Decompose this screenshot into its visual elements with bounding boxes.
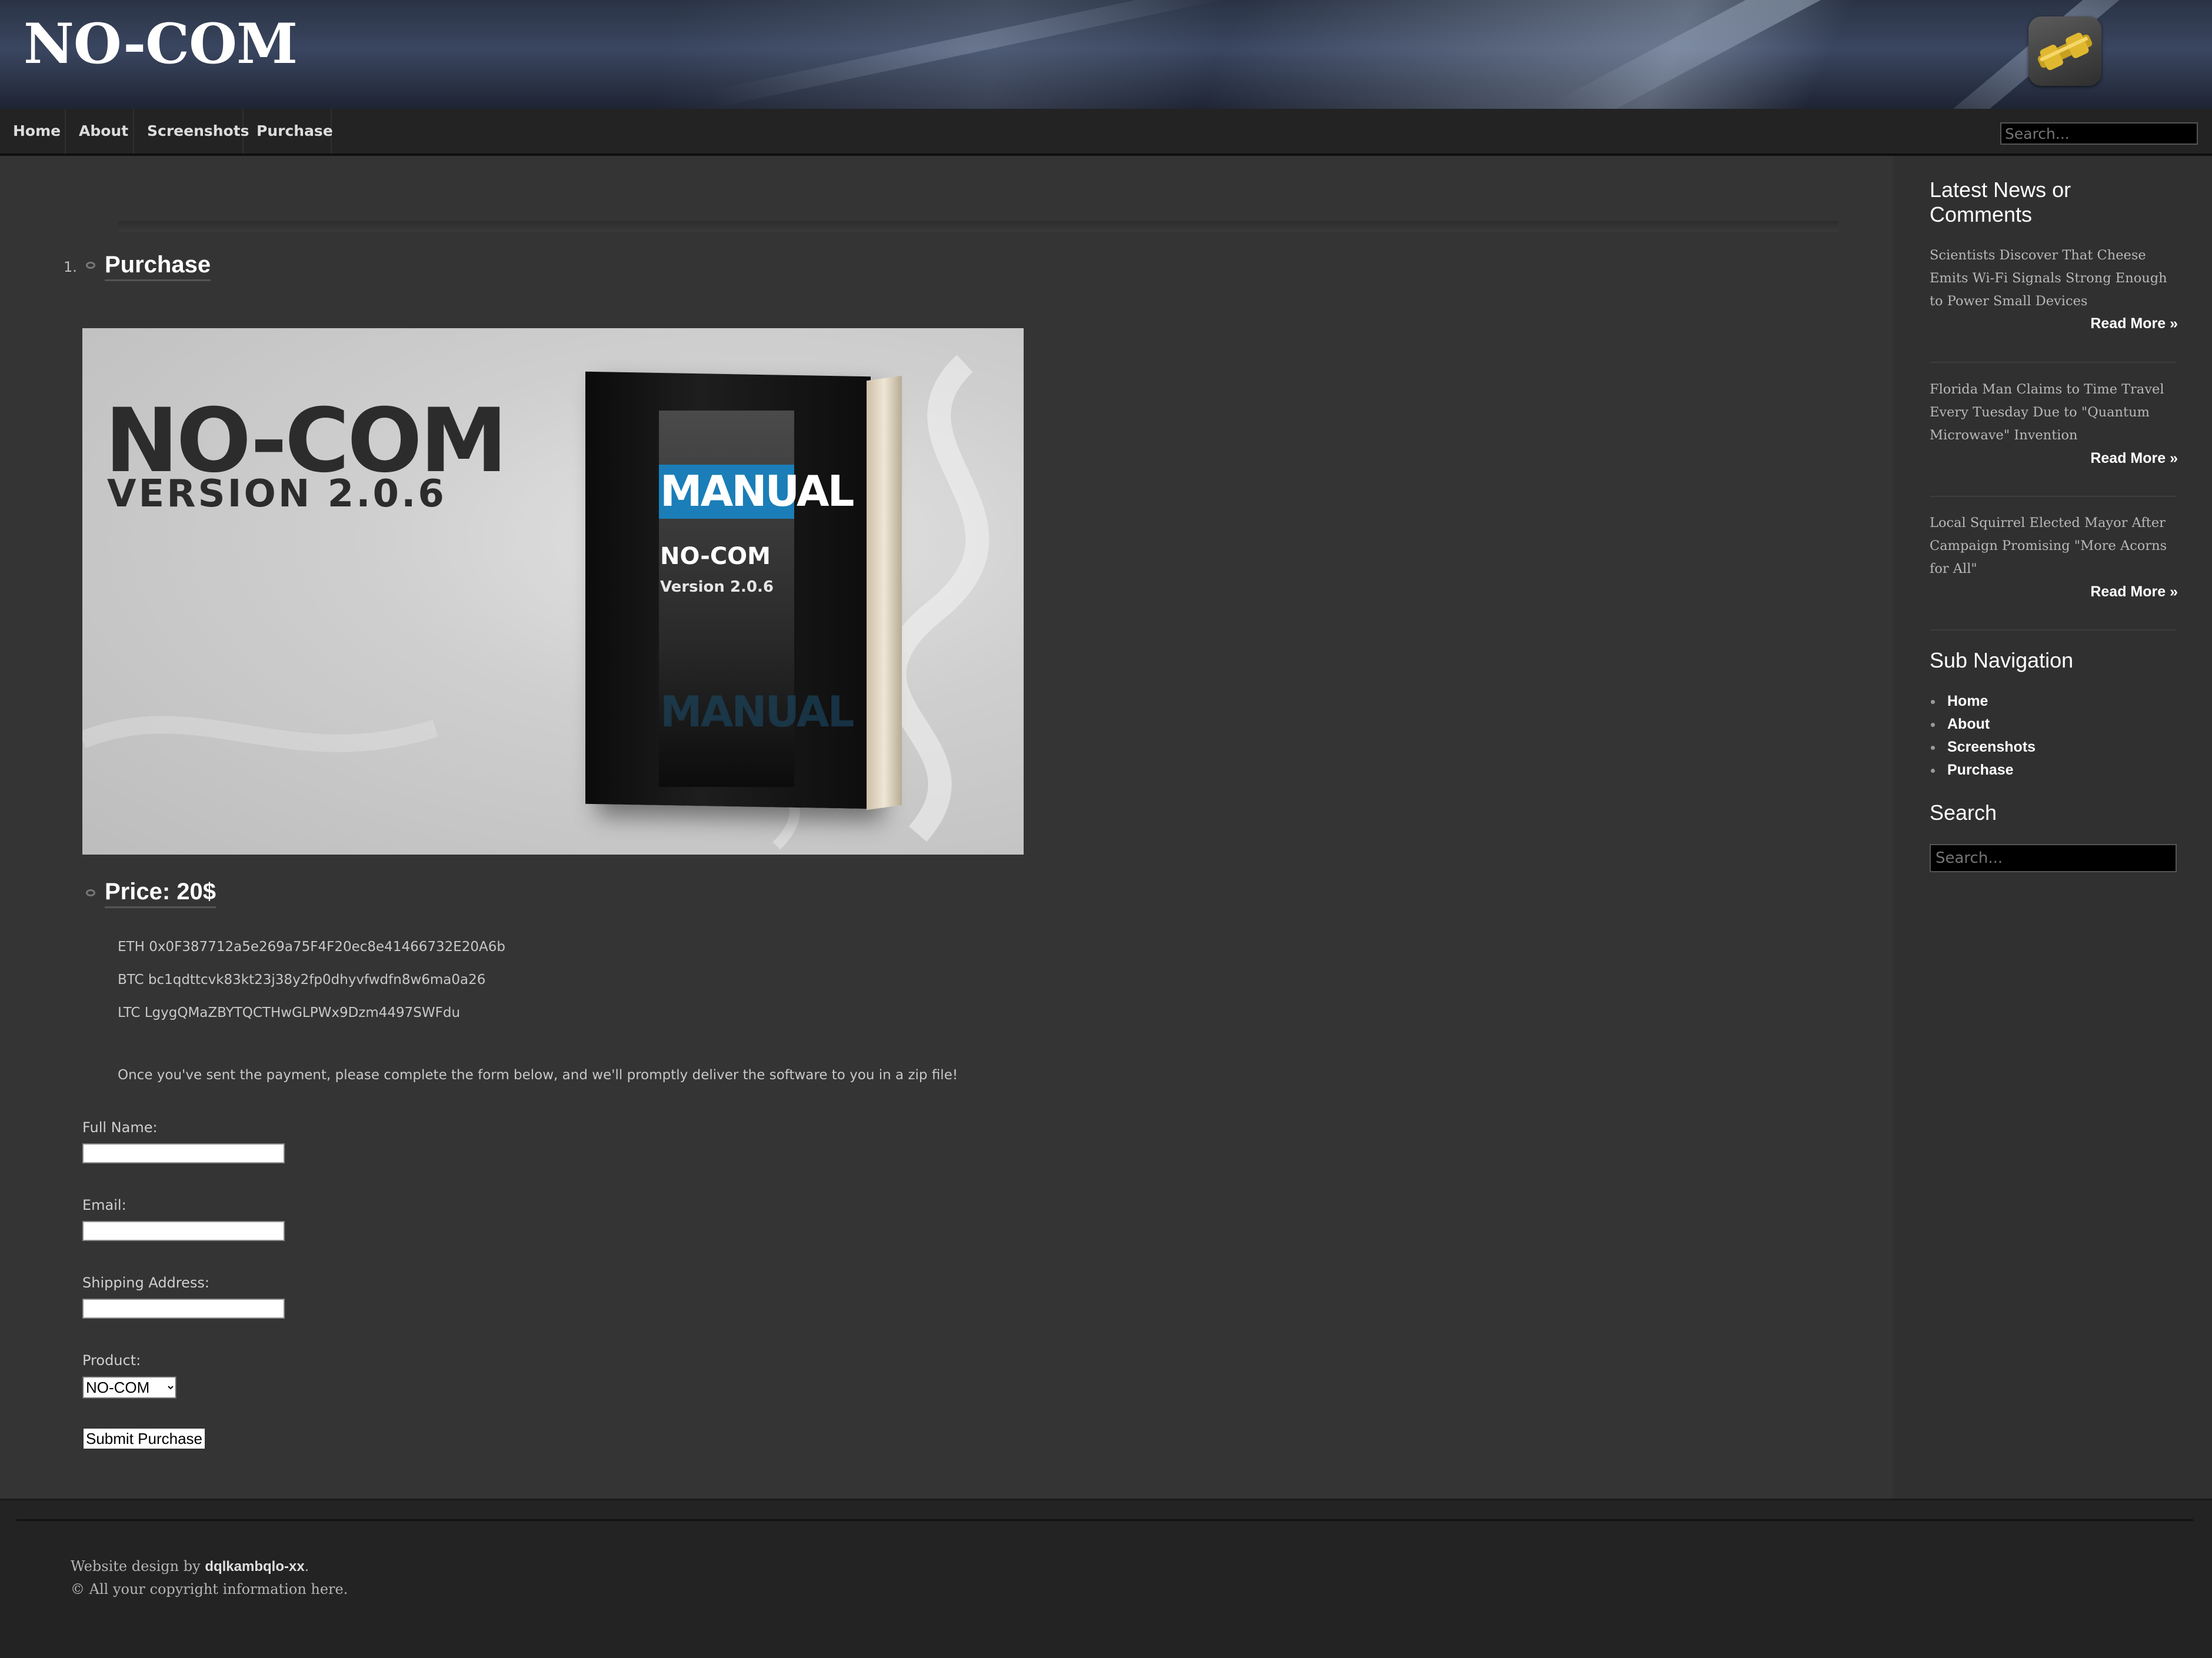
news-item-text: Scientists Discover That Cheese Emits Wi…: [1930, 248, 2167, 309]
content-divider: [118, 221, 1839, 232]
product-select[interactable]: NO-COM: [82, 1376, 176, 1399]
bullet-icon: [1931, 746, 1935, 750]
header-decoration: [1552, 0, 2037, 109]
subnav-heading: Sub Navigation: [1930, 648, 2074, 672]
site-title: NO-COM: [24, 12, 298, 76]
sidebar-search-input[interactable]: [1930, 844, 2177, 872]
subnav-screenshots[interactable]: Screenshots: [1947, 739, 2036, 756]
product-image: NO-COM VERSION 2.0.6 MANUAL NO-COM Versi…: [82, 328, 1024, 855]
nav-home[interactable]: Home: [0, 109, 66, 154]
header-decoration: [709, 0, 1232, 108]
bullet-icon: [86, 262, 95, 269]
news-item-text: Local Squirrel Elected Mayor After Campa…: [1930, 515, 2167, 576]
read-more-link[interactable]: Read More »: [2090, 450, 2178, 467]
image-version: VERSION 2.0.6: [107, 472, 447, 516]
bullet-icon: [1931, 700, 1935, 704]
site-header: NO-COM: [0, 0, 2212, 109]
nav-about[interactable]: About: [66, 109, 134, 154]
footer-divider: [16, 1519, 2193, 1521]
shipping-address-label: Shipping Address:: [82, 1275, 209, 1291]
bullet-icon: [1931, 723, 1935, 727]
news-heading: Latest News or Comments: [1930, 178, 2071, 226]
footer-copyright: © All your copyright information here.: [71, 1581, 348, 1597]
footer-credit-suffix: .: [304, 1558, 309, 1574]
subnav-purchase[interactable]: Purchase: [1947, 762, 2014, 779]
footer-author-link[interactable]: dqlkambqlo-xx: [205, 1559, 304, 1574]
book-label-reflection: MANUAL: [660, 687, 854, 736]
payment-instruction: Once you've sent the payment, please com…: [118, 1067, 958, 1083]
news-divider: [1930, 629, 2177, 630]
news-divider: [1930, 496, 2177, 497]
bullet-icon: [86, 889, 95, 896]
full-name-field[interactable]: [82, 1143, 285, 1163]
product-label: Product:: [82, 1352, 141, 1369]
site-footer: [0, 1499, 2212, 1658]
bullet-icon: [1931, 769, 1935, 773]
full-name-label: Full Name:: [82, 1119, 158, 1136]
eth-wallet: ETH 0x0F387712a5e269a75F4F20ec8e41466732…: [118, 939, 506, 955]
subnav-about[interactable]: About: [1947, 716, 1990, 733]
footer-credit: Website design by dqlkambqlo-xx.: [71, 1558, 309, 1575]
btc-wallet: BTC bc1qdttcvk83kt23j38y2fp0dhyvfwdfn8w6…: [118, 972, 486, 988]
page-heading: Purchase: [105, 252, 211, 281]
shipping-address-field[interactable]: [82, 1299, 285, 1319]
subnav-home[interactable]: Home: [1947, 693, 1988, 710]
price-heading: Price: 20$: [105, 879, 216, 908]
footer-credit-prefix: Website design by: [71, 1558, 205, 1574]
read-more-link[interactable]: Read More »: [2090, 315, 2178, 332]
book-title: NO-COM: [660, 543, 771, 570]
news-item-text: Florida Man Claims to Time Travel Every …: [1930, 382, 2164, 443]
logo-icon: [2028, 16, 2101, 86]
nav-search-input[interactable]: [2000, 122, 2198, 145]
ltc-wallet: LTC LgygQMaZBYTQCTHwGLPWx9Dzm4497SWFdu: [118, 1005, 461, 1020]
list-number: 1.: [64, 259, 77, 275]
search-heading: Search: [1930, 800, 1997, 825]
book-label: MANUAL: [660, 466, 854, 516]
nav-purchase[interactable]: Purchase: [244, 109, 333, 154]
read-more-link[interactable]: Read More »: [2090, 583, 2178, 601]
news-divider: [1930, 362, 2177, 363]
submit-purchase-button[interactable]: Submit Purchase: [82, 1427, 206, 1450]
sidebar: [1893, 156, 2212, 1500]
nav-screenshots[interactable]: Screenshots: [134, 109, 249, 154]
email-field[interactable]: [82, 1221, 285, 1241]
book-version: Version 2.0.6: [660, 578, 774, 596]
book-pages: [867, 375, 902, 810]
main-nav: Home About Screenshots Purchase: [0, 109, 2212, 156]
email-label: Email:: [82, 1197, 126, 1213]
